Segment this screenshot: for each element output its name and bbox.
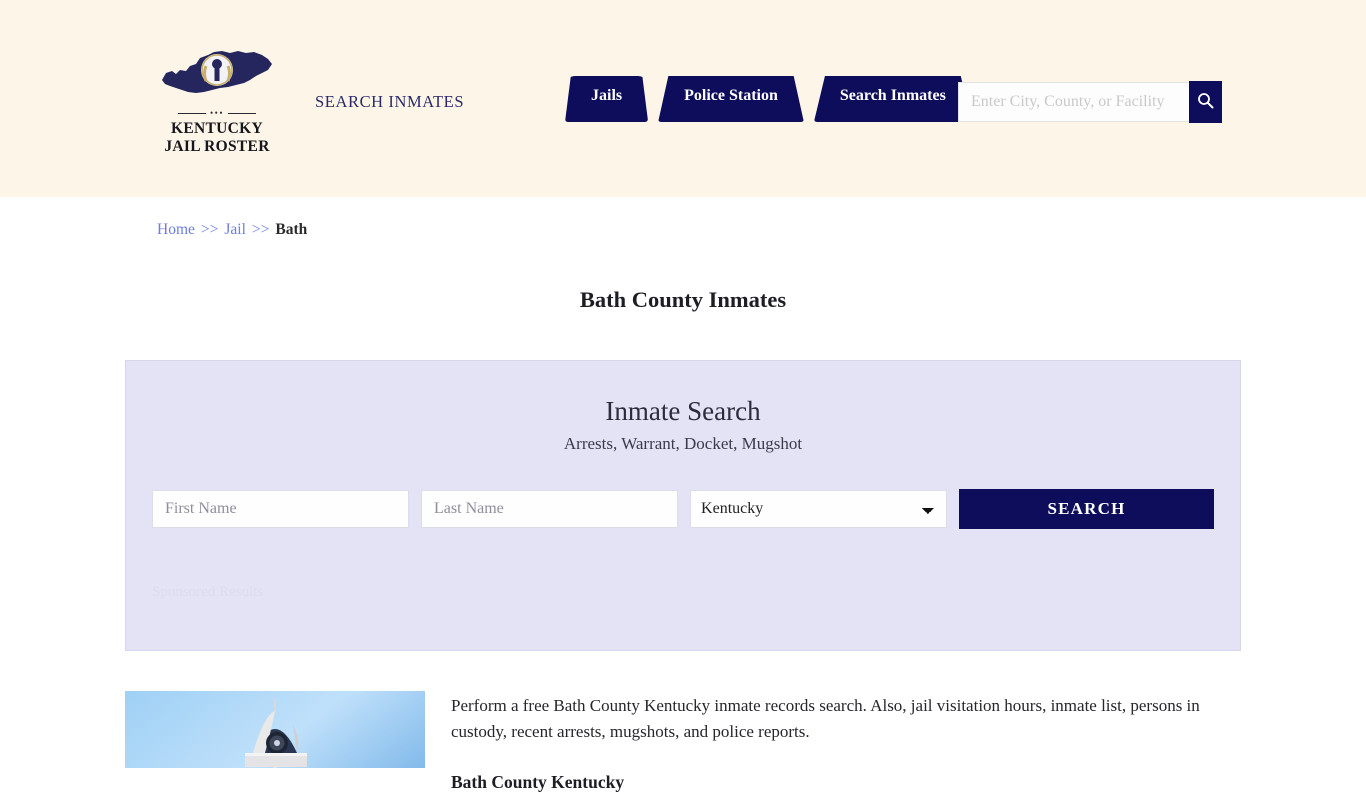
state-select[interactable]: Kentucky [690,489,948,528]
site-logo[interactable]: ••• KENTUCKY JAIL ROSTER [156,40,278,157]
logo-divider: ••• [156,109,278,118]
site-tagline: SEARCH INMATES [315,92,465,111]
breadcrumb: Home >> Jail >> Bath [157,221,307,239]
content-section: Perform a free Bath County Kentucky inma… [125,691,1241,793]
breadcrumb-current: Bath [275,221,308,238]
header-search-input[interactable] [958,82,1189,122]
search-button[interactable]: SEARCH [959,488,1214,529]
nav-item-jails[interactable]: Jails [565,76,649,122]
page-title: Bath County Inmates [579,287,787,313]
courthouse-thumbnail[interactable] [125,691,425,768]
inmate-search-panel: Inmate Search Arrests, Warrant, Docket, … [125,360,1241,651]
panel-subtitle: Arrests, Warrant, Docket, Mugshot [563,433,803,453]
site-header: ••• KENTUCKY JAIL ROSTER SEARCH INMATES … [0,0,1366,197]
panel-title: Inmate Search [605,396,761,426]
logo-text: KENTUCKY JAIL ROSTER [156,120,278,157]
header-search [958,81,1222,123]
breadcrumb-link-jail[interactable]: Jail [224,221,246,238]
search-icon [1197,92,1214,112]
primary-nav: Jails Police Station Search Inmates [565,76,972,122]
nav-item-search-inmates[interactable]: Search Inmates [813,76,972,122]
inmate-search-form: Kentucky SEARCH [152,488,1214,529]
nav-item-police-station[interactable]: Police Station [658,76,804,122]
logo-line-1: KENTUCKY [171,120,263,137]
breadcrumb-link-home[interactable]: Home [157,221,195,238]
logo-line-2: JAIL ROSTER [164,138,270,156]
breadcrumb-separator-2: >> [251,221,270,238]
last-name-input[interactable] [421,489,679,528]
logo-divider-dots: ••• [210,108,224,118]
header-search-button[interactable] [1189,81,1222,123]
first-name-input[interactable] [152,489,410,528]
sponsored-results-label: Sponsored Results [152,583,264,600]
kentucky-state-map-icon [156,40,278,106]
content-heading: Bath County Kentucky [451,771,625,792]
breadcrumb-separator-1: >> [200,221,219,238]
content-paragraph: Perform a free Bath County Kentucky inma… [451,696,1200,742]
